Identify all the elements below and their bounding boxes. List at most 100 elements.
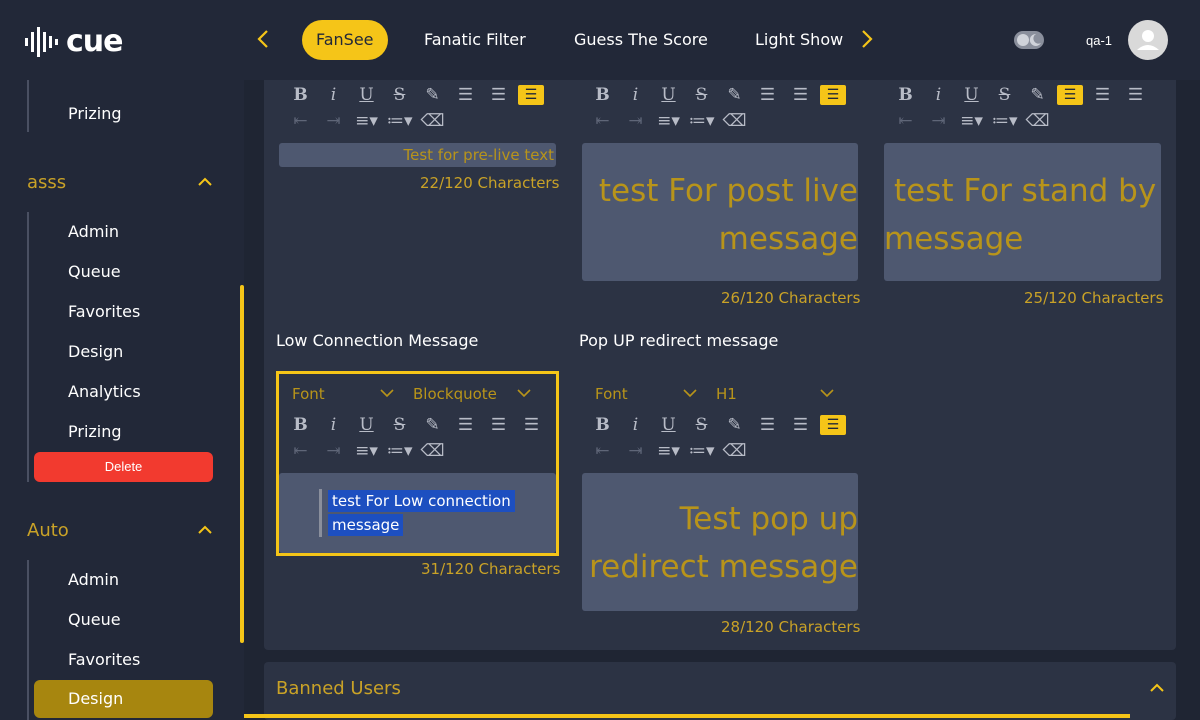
tab-guess-the-score[interactable]: Guess The Score xyxy=(574,20,708,60)
sidebar-item-design[interactable]: Design xyxy=(68,342,123,361)
outdent-icon[interactable]: ⇤ xyxy=(284,441,317,461)
highlighter-icon[interactable]: ✎ xyxy=(718,415,751,435)
bullet-list-icon[interactable]: ≔▾ xyxy=(988,111,1021,131)
tab-light-show[interactable]: Light Show xyxy=(755,20,843,60)
numbered-list-icon[interactable]: ≡▾ xyxy=(652,441,685,461)
chevron-down-icon[interactable] xyxy=(380,387,394,401)
numbered-list-icon[interactable]: ≡▾ xyxy=(955,111,988,131)
strikethrough-icon[interactable]: S xyxy=(383,85,416,105)
clear-format-icon[interactable]: ⌫ xyxy=(416,441,449,461)
italic-icon[interactable]: i xyxy=(317,85,350,105)
align-right-icon[interactable]: ☰ xyxy=(515,415,548,435)
delete-button[interactable]: Delete xyxy=(34,452,213,482)
bullet-list-icon[interactable]: ≔▾ xyxy=(383,441,416,461)
sidebar-group-auto[interactable]: Auto xyxy=(27,520,69,541)
indent-icon[interactable]: ⇥ xyxy=(317,441,350,461)
format-select[interactable]: Blockquote xyxy=(413,385,497,403)
align-right-icon[interactable]: ☰ xyxy=(820,415,846,435)
highlighter-icon[interactable]: ✎ xyxy=(416,415,449,435)
low-connection-editor[interactable]: test For Low connection message xyxy=(279,473,556,553)
sidebar-item-admin[interactable]: Admin xyxy=(68,570,119,589)
highlighter-icon[interactable]: ✎ xyxy=(718,85,751,105)
sidebar-item-queue[interactable]: Queue xyxy=(68,262,121,281)
strikethrough-icon[interactable]: S xyxy=(685,415,718,435)
strikethrough-icon[interactable]: S xyxy=(685,85,718,105)
align-center-icon[interactable]: ☰ xyxy=(784,415,817,435)
indent-icon[interactable]: ⇥ xyxy=(317,111,350,131)
sidebar-item-favorites[interactable]: Favorites xyxy=(68,302,140,321)
bold-icon[interactable]: B xyxy=(586,85,619,105)
underline-icon[interactable]: U xyxy=(652,85,685,105)
chevron-up-icon[interactable] xyxy=(198,522,212,538)
clear-format-icon[interactable]: ⌫ xyxy=(718,441,751,461)
outdent-icon[interactable]: ⇤ xyxy=(889,111,922,131)
outdent-icon[interactable]: ⇤ xyxy=(284,111,317,131)
sidebar-group-asss[interactable]: asss xyxy=(27,172,66,193)
numbered-list-icon[interactable]: ≡▾ xyxy=(652,111,685,131)
chevron-right-icon[interactable] xyxy=(861,28,873,56)
highlighter-icon[interactable]: ✎ xyxy=(416,85,449,105)
username-label[interactable]: qa-1 xyxy=(1086,33,1112,48)
underline-icon[interactable]: U xyxy=(350,85,383,105)
sidebar-item-design[interactable]: Design xyxy=(34,680,213,718)
strikethrough-icon[interactable]: S xyxy=(988,85,1021,105)
bold-icon[interactable]: B xyxy=(284,85,317,105)
italic-icon[interactable]: i xyxy=(619,415,652,435)
outdent-icon[interactable]: ⇤ xyxy=(586,441,619,461)
indent-icon[interactable]: ⇥ xyxy=(619,441,652,461)
italic-icon[interactable]: i xyxy=(922,85,955,105)
clear-format-icon[interactable]: ⌫ xyxy=(718,111,751,131)
avatar[interactable] xyxy=(1128,20,1168,60)
format-select[interactable]: H1 xyxy=(716,385,737,403)
italic-icon[interactable]: i xyxy=(619,85,652,105)
bold-icon[interactable]: B xyxy=(586,415,619,435)
sidebar-item-prizing[interactable]: Prizing xyxy=(68,422,122,441)
align-center-icon[interactable]: ☰ xyxy=(784,85,817,105)
chevron-up-icon[interactable] xyxy=(1150,680,1164,696)
bold-icon[interactable]: B xyxy=(889,85,922,105)
highlighter-icon[interactable]: ✎ xyxy=(1021,85,1054,105)
bold-icon[interactable]: B xyxy=(284,415,317,435)
sidebar-item-favorites[interactable]: Favorites xyxy=(68,650,140,669)
align-center-icon[interactable]: ☰ xyxy=(482,415,515,435)
italic-icon[interactable]: i xyxy=(317,415,350,435)
chevron-up-icon[interactable] xyxy=(198,174,212,190)
strikethrough-icon[interactable]: S xyxy=(383,415,416,435)
outdent-icon[interactable]: ⇤ xyxy=(586,111,619,131)
chevron-left-icon[interactable] xyxy=(257,28,269,56)
align-right-icon[interactable]: ☰ xyxy=(518,85,544,105)
bullet-list-icon[interactable]: ≔▾ xyxy=(383,111,416,131)
indent-icon[interactable]: ⇥ xyxy=(922,111,955,131)
align-left-icon[interactable]: ☰ xyxy=(449,415,482,435)
pre-live-editor[interactable]: Test for pre-live text xyxy=(279,143,556,167)
tab-fansee[interactable]: FanSee xyxy=(302,20,388,60)
align-left-icon[interactable]: ☰ xyxy=(751,415,784,435)
underline-icon[interactable]: U xyxy=(652,415,685,435)
sidebar-item-queue[interactable]: Queue xyxy=(68,610,121,629)
chevron-down-icon[interactable] xyxy=(683,387,697,401)
banned-users-section[interactable]: Banned Users xyxy=(264,662,1176,720)
sidebar-item-analytics[interactable]: Analytics xyxy=(68,382,141,401)
horizontal-scrollbar[interactable] xyxy=(244,714,1130,718)
align-center-icon[interactable]: ☰ xyxy=(482,85,515,105)
align-left-icon[interactable]: ☰ xyxy=(1057,85,1083,105)
numbered-list-icon[interactable]: ≡▾ xyxy=(350,441,383,461)
chevron-down-icon[interactable] xyxy=(820,387,834,401)
underline-icon[interactable]: U xyxy=(955,85,988,105)
font-select[interactable]: Font xyxy=(595,385,628,403)
align-center-icon[interactable]: ☰ xyxy=(1086,85,1119,105)
theme-toggle[interactable] xyxy=(1014,31,1044,49)
underline-icon[interactable]: U xyxy=(350,415,383,435)
numbered-list-icon[interactable]: ≡▾ xyxy=(350,111,383,131)
clear-format-icon[interactable]: ⌫ xyxy=(416,111,449,131)
sidebar-item-admin[interactable]: Admin xyxy=(68,222,119,241)
align-right-icon[interactable]: ☰ xyxy=(820,85,846,105)
bullet-list-icon[interactable]: ≔▾ xyxy=(685,111,718,131)
popup-redirect-editor[interactable]: Test pop up redirect message xyxy=(582,473,858,611)
stand-by-editor[interactable]: test For stand by message xyxy=(884,143,1161,281)
tab-fanatic-filter[interactable]: Fanatic Filter xyxy=(424,20,526,60)
indent-icon[interactable]: ⇥ xyxy=(619,111,652,131)
sidebar-item-prizing[interactable]: Prizing xyxy=(68,104,122,123)
font-select[interactable]: Font xyxy=(292,385,325,403)
chevron-down-icon[interactable] xyxy=(517,387,531,401)
